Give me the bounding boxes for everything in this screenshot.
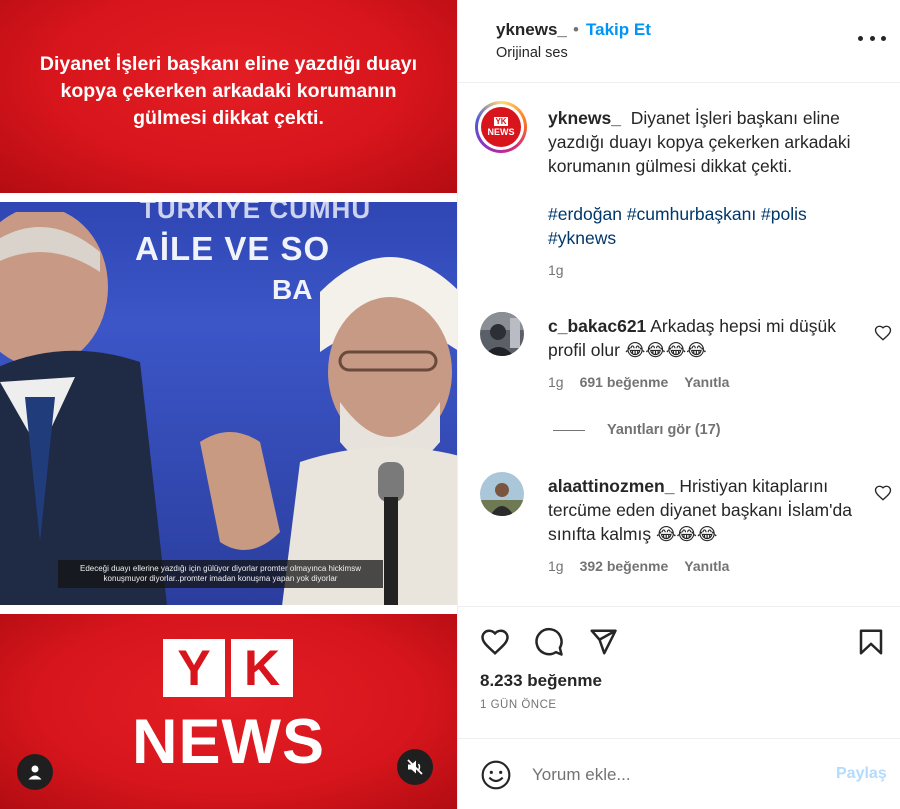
post-timestamp: 1 GÜN ÖNCE: [480, 699, 557, 711]
header-separator: •: [573, 20, 579, 39]
caption-username[interactable]: yknews_: [548, 108, 621, 128]
top-headline-banner: Diyanet İşleri başkanı eline yazdığı dua…: [0, 0, 457, 193]
post-media[interactable]: Diyanet İşleri başkanı eline yazdığı dua…: [0, 0, 457, 809]
author-username[interactable]: yknews_: [496, 20, 567, 40]
post-header: yknews_ • Takip Et Orijinal ses: [458, 0, 900, 83]
post-details-panel: yknews_ • Takip Et Orijinal ses YK NEWS …: [457, 0, 900, 809]
muted-speaker-icon: [407, 759, 423, 775]
post-comment-button[interactable]: Paylaş: [836, 765, 887, 783]
avatar-word: NEWS: [487, 127, 515, 137]
replies-divider: [553, 429, 585, 431]
tagged-users-button[interactable]: [17, 754, 53, 790]
user-icon: [28, 765, 42, 780]
more-options-icon[interactable]: [858, 28, 886, 48]
reply-button[interactable]: Yanıtla: [684, 558, 729, 574]
view-replies-label: Yanıtları gör (17): [607, 422, 721, 438]
smiley-icon[interactable]: [480, 759, 512, 791]
comment-meta: 1g 691 beğenme Yanıtla: [548, 374, 729, 390]
post-actions: 8.233 beğenme 1 GÜN ÖNCE: [458, 606, 900, 736]
heart-outline-icon[interactable]: [874, 484, 892, 502]
comment-likes[interactable]: 392 beğenme: [580, 558, 669, 574]
headline-text: Diyanet İşleri başkanı eline yazdığı dua…: [39, 53, 418, 129]
heart-icon[interactable]: [480, 627, 510, 657]
comment-text: c_bakac621 Arkadaş hepsi mi düşük profil…: [548, 314, 858, 362]
caption-time: 1g: [548, 262, 564, 278]
comment-composer: Paylaş: [458, 738, 900, 809]
media-divider-2: [0, 605, 457, 614]
comment-username[interactable]: c_bakac621: [548, 316, 646, 336]
commenter-avatar[interactable]: [480, 312, 524, 356]
reply-button[interactable]: Yanıtla: [684, 374, 729, 390]
paper-plane-icon[interactable]: [588, 627, 618, 657]
audio-label[interactable]: Orijinal ses: [496, 45, 568, 61]
person-right-figure: [200, 257, 457, 605]
comment-text: alaattinozmen_ Hristiyan kitaplarını ter…: [548, 474, 858, 546]
mute-toggle-button[interactable]: [397, 749, 433, 785]
author-avatar[interactable]: YK NEWS: [475, 101, 527, 153]
media-divider: [0, 193, 457, 202]
caption-hashtags[interactable]: #erdoğan #cumhurbaşkanı #polis #yknews: [548, 202, 868, 250]
brand-word: NEWS: [132, 707, 325, 777]
comment-likes[interactable]: 691 beğenme: [580, 374, 669, 390]
brand-letter-k: K: [231, 639, 293, 697]
comment-time: 1g: [548, 374, 564, 390]
caption-text: yknews_ Diyanet İşleri başkanı eline yaz…: [548, 106, 878, 178]
comment-input[interactable]: [532, 761, 812, 789]
brand-banner: Y K NEWS: [0, 614, 457, 809]
video-subtitle: Edeceği duayı ellerine yazdığı için gülü…: [58, 560, 383, 588]
comments-section[interactable]: YK NEWS yknews_ Diyanet İşleri başkanı e…: [458, 84, 900, 606]
brand-letter-y: Y: [163, 639, 225, 697]
comment-meta: 1g 392 beğenme Yanıtla: [548, 558, 729, 574]
commenter-avatar[interactable]: [480, 472, 524, 516]
video-frame[interactable]: TÜRKİYE CUMHU AİLE VE SO BA Edeceği duay…: [0, 202, 457, 605]
person-left-figure: [0, 212, 167, 605]
view-replies-button[interactable]: Yanıtları gör (17): [553, 422, 721, 438]
heart-outline-icon[interactable]: [874, 324, 892, 342]
comment-time: 1g: [548, 558, 564, 574]
avatar-letters: YK: [494, 117, 508, 126]
brand-logo: Y K: [163, 639, 293, 697]
bookmark-icon[interactable]: [856, 627, 886, 657]
follow-button[interactable]: Takip Et: [586, 20, 651, 40]
likes-count[interactable]: 8.233 beğenme: [480, 671, 602, 691]
comment-bubble-icon[interactable]: [534, 627, 564, 657]
comment-username[interactable]: alaattinozmen_: [548, 476, 674, 496]
